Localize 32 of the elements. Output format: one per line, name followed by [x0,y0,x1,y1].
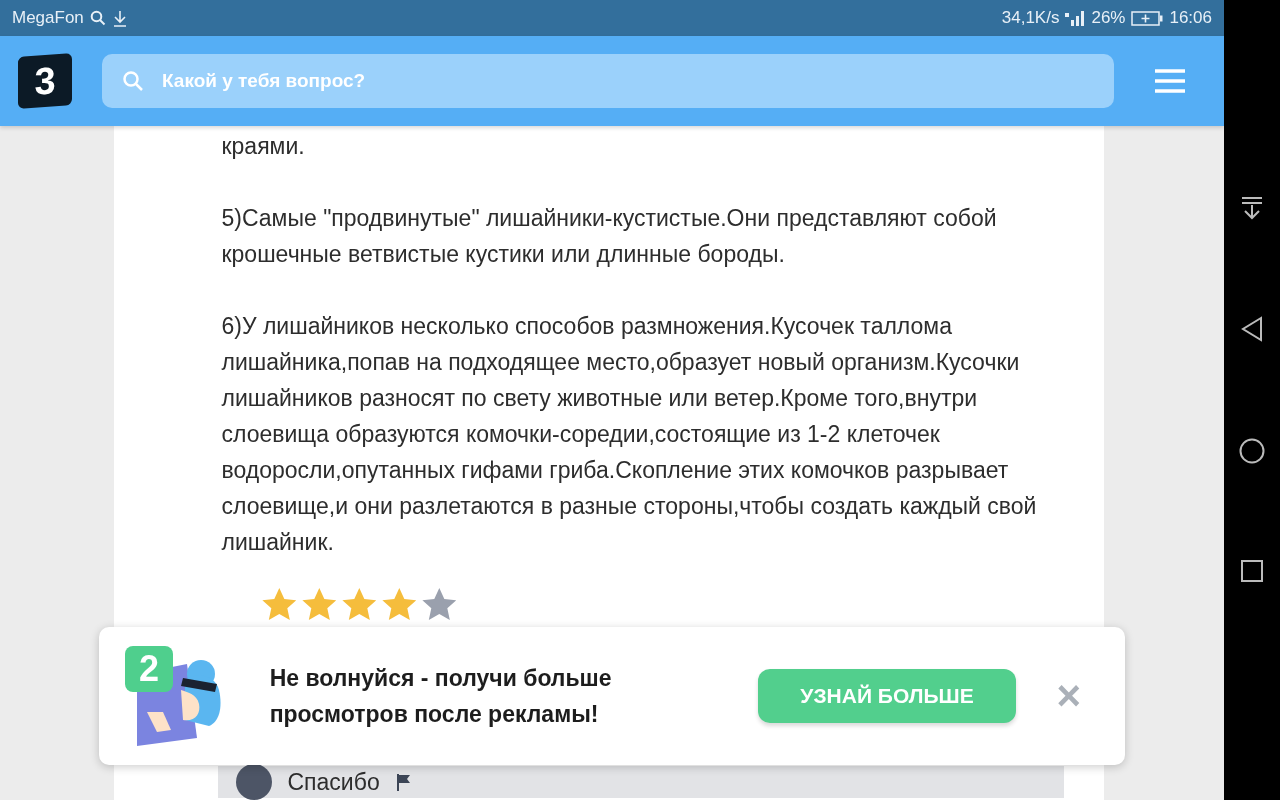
menu-icon [1154,69,1186,93]
star-icon [301,588,336,620]
search-icon [122,70,144,92]
answer-text: краями. [221,132,306,161]
recents-icon[interactable] [1241,560,1263,582]
search-bar[interactable]: Какой у тебя вопрос? [102,54,1114,108]
network-speed: 34,1K/s [1001,8,1060,28]
battery-icon [1131,10,1164,26]
battery-percent: 26% [1091,8,1126,28]
badge-number: 2 [125,646,173,692]
clock-time: 16:06 [1169,8,1212,28]
logo[interactable]: 3 [18,53,72,109]
learn-more-button[interactable]: УЗНАЙ БОЛЬШЕ [757,669,1017,723]
back-icon[interactable] [1241,316,1263,342]
star-icon [341,588,376,620]
banner-message: Не волнуйся - получи больше просмотров после рекламы! [269,664,613,729]
answer-text: 5)Самые "продвинутые" лишайники-кустистые.Они представляют собой крошечные ветвистые кустики или длинные бороды. [221,204,998,269]
thanks-label: Спасибо [287,768,380,796]
avatar-icon [235,764,272,800]
answer-text: 6)У лишайников несколько способов размножения.Кусочек таллома лишайника,попав на подходящее место,образует новый организм.Кусочки лишайников разносят по свету животные или ветер.Кроме того,внутри слоевища образуются комочки-соредии,состоящие из 1-2 клеточек водоросли,опутанных гифами гриба.Скопление этих комочков разрывает слоевище,и они разлетаются в разные стороны,чтобы создать каждый свой лишайник. [221,312,1038,557]
search-icon [89,10,106,26]
flag-icon [395,773,412,791]
search-field[interactable]: Какой у тебя вопрос? [160,69,1094,93]
carrier-name: MegaFon [12,8,84,28]
star-icon [421,588,456,620]
home-icon[interactable] [1239,438,1265,464]
signal-icon [1065,10,1086,26]
star-icon [381,588,416,620]
star-icon [261,588,296,620]
notification-pull-icon[interactable] [1241,196,1263,220]
download-icon [111,9,128,27]
close-button[interactable]: × [1052,675,1085,717]
